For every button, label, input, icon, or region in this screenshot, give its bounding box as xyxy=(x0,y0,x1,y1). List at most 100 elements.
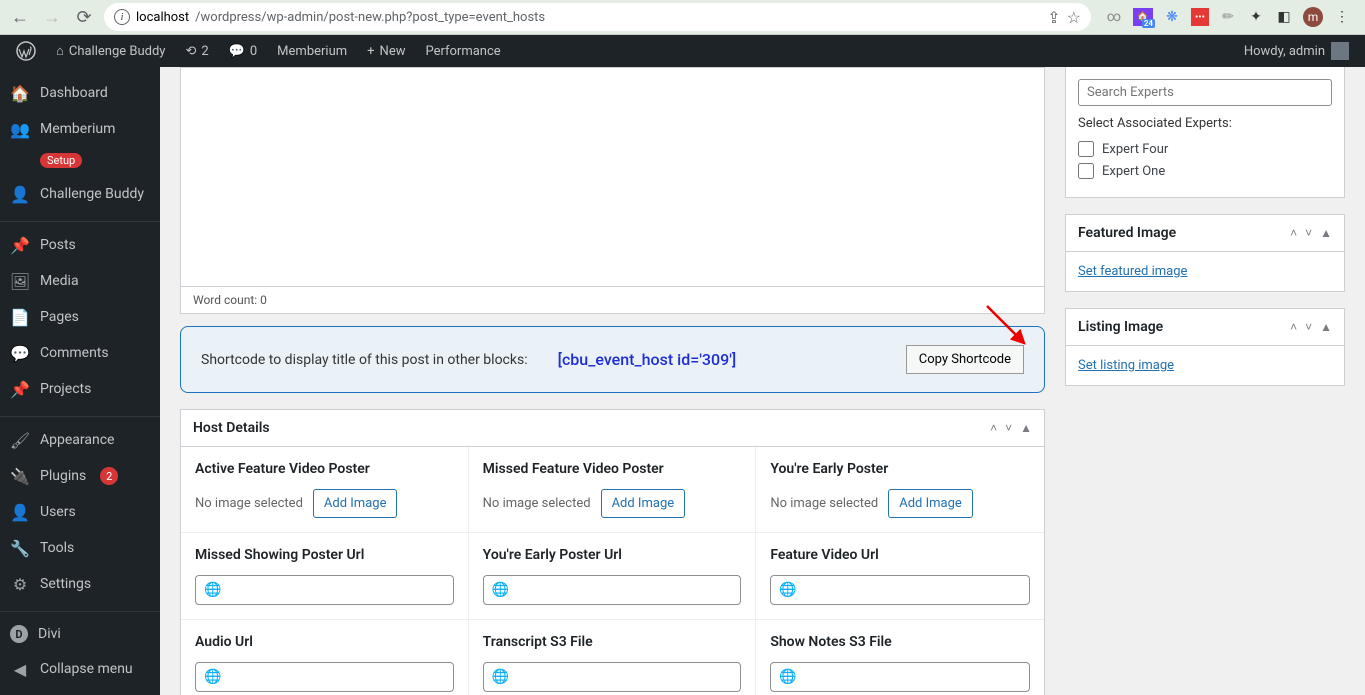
sidebar-item-media[interactable]: 🖼Media xyxy=(0,263,160,299)
set-listing-image-link[interactable]: Set listing image xyxy=(1078,358,1174,373)
sidebar-item-comments[interactable]: 💬Comments xyxy=(0,335,160,371)
checkbox[interactable] xyxy=(1078,141,1094,157)
sidebar-item-plugins[interactable]: 🔌Plugins2 xyxy=(0,458,160,494)
performance-link[interactable]: Performance xyxy=(415,35,510,67)
wrench-icon: 🔧 xyxy=(10,538,30,558)
url-input[interactable]: 🌐 xyxy=(770,575,1030,605)
sidebar-item-dashboard[interactable]: 🏠Dashboard xyxy=(0,75,160,111)
url-input[interactable]: 🌐 xyxy=(483,662,742,692)
ext-icon-2[interactable]: 🏠24 xyxy=(1133,8,1153,26)
shortcode-code: [cbu_event_host id='309'] xyxy=(558,350,876,369)
field-missed-url: Missed Showing Poster Url 🌐 xyxy=(181,533,469,620)
field-missed-poster: Missed Feature Video Poster No image sel… xyxy=(469,447,757,533)
browser-chrome: ← → ⟳ i localhost/wordpress/wp-admin/pos… xyxy=(0,0,1365,35)
sidebar-item-tools[interactable]: 🔧Tools xyxy=(0,530,160,566)
listing-image-title: Listing Image xyxy=(1078,319,1163,335)
star-icon[interactable]: ☆ xyxy=(1067,8,1081,27)
experts-label: Select Associated Experts: xyxy=(1078,116,1332,131)
chevron-down-icon[interactable]: ˅ xyxy=(1305,320,1312,334)
sidebar-item-challenge-buddy[interactable]: 👤Challenge Buddy xyxy=(0,176,160,212)
url-bar[interactable]: i localhost/wordpress/wp-admin/post-new.… xyxy=(104,3,1091,31)
sidebar-item-memberium[interactable]: 👥MemberiumSetup xyxy=(0,111,160,176)
ext-icon-3[interactable]: ❋ xyxy=(1163,8,1181,26)
reload-button[interactable]: ⟳ xyxy=(72,5,96,29)
field-early-poster: You're Early Poster No image selectedAdd… xyxy=(756,447,1044,533)
add-image-button[interactable]: Add Image xyxy=(601,489,686,518)
chevron-up-icon[interactable]: ˄ xyxy=(1290,320,1297,334)
add-image-button[interactable]: Add Image xyxy=(313,489,398,518)
chevron-up-icon[interactable]: ˄ xyxy=(1290,226,1297,240)
dashboard-icon: 🏠 xyxy=(10,83,30,103)
url-input[interactable]: 🌐 xyxy=(195,575,454,605)
new-link[interactable]: +New xyxy=(357,35,415,67)
info-icon: i xyxy=(114,9,130,25)
field-show-notes: Show Notes S3 File 🌐 xyxy=(756,620,1044,695)
site-name-link[interactable]: ⌂Challenge Buddy xyxy=(46,35,175,67)
panel-icon[interactable]: ◧ xyxy=(1275,8,1293,26)
globe-icon: 🌐 xyxy=(492,669,509,685)
memberium-link[interactable]: Memberium xyxy=(267,35,357,67)
sidebar-item-users[interactable]: 👤Users xyxy=(0,494,160,530)
listing-image-box: Listing Image ˄ ˅ ▲ Set listing image xyxy=(1065,308,1345,386)
url-input[interactable]: 🌐 xyxy=(483,575,742,605)
wp-logo[interactable] xyxy=(6,35,46,67)
field-feature-url: Feature Video Url 🌐 xyxy=(756,533,1044,620)
brush-icon: 🖌 xyxy=(10,430,30,450)
extensions-icon[interactable]: ✦ xyxy=(1247,8,1265,26)
add-image-button[interactable]: Add Image xyxy=(888,489,973,518)
home-icon: ⌂ xyxy=(56,43,64,59)
ext-icon-1[interactable]: ∞ xyxy=(1105,8,1123,26)
ext-icon-4[interactable]: ••• xyxy=(1191,8,1209,26)
divi-icon: D xyxy=(10,625,28,643)
featured-image-box: Featured Image ˄ ˅ ▲ Set featured image xyxy=(1065,214,1345,292)
profile-icon[interactable]: m xyxy=(1303,7,1323,27)
sidebar-item-appearance[interactable]: 🖌Appearance xyxy=(0,422,160,458)
forward-button[interactable]: → xyxy=(40,5,64,29)
triangle-up-icon[interactable]: ▲ xyxy=(1320,226,1332,240)
globe-icon: 🌐 xyxy=(779,582,796,598)
sidebar-item-divi[interactable]: DDivi xyxy=(0,617,160,651)
challenge-icon: 👤 xyxy=(10,184,30,204)
sidebar-item-settings[interactable]: ⚙Settings xyxy=(0,566,160,602)
host-details-title: Host Details xyxy=(193,420,270,436)
plus-icon: + xyxy=(367,44,374,59)
field-audio-url: Audio Url 🌐 xyxy=(181,620,469,695)
checkbox[interactable] xyxy=(1078,163,1094,179)
expert-checkbox-row[interactable]: Expert Four xyxy=(1078,141,1332,157)
url-path: /wordpress/wp-admin/post-new.php?post_ty… xyxy=(195,10,545,25)
copy-shortcode-button[interactable]: Copy Shortcode xyxy=(906,345,1024,374)
editor-area[interactable] xyxy=(180,67,1045,287)
globe-icon: 🌐 xyxy=(779,669,796,685)
menu-icon[interactable]: ⋮ xyxy=(1333,8,1351,26)
projects-icon: 📌 xyxy=(10,379,30,399)
sidebar-item-projects[interactable]: 📌Projects xyxy=(0,371,160,407)
expert-checkbox-row[interactable]: Expert One xyxy=(1078,163,1332,179)
extension-icons: ∞ 🏠24 ❋ ••• ✏ ✦ ◧ m ⋮ xyxy=(1099,7,1357,27)
field-early-url: You're Early Poster Url 🌐 xyxy=(469,533,757,620)
search-experts-input[interactable] xyxy=(1078,79,1332,106)
updates-link[interactable]: ⟲2 xyxy=(175,35,218,67)
howdy-link[interactable]: Howdy, admin xyxy=(1244,42,1359,60)
chevron-down-icon[interactable]: ˅ xyxy=(1305,226,1312,240)
triangle-up-icon[interactable]: ▲ xyxy=(1320,320,1332,334)
sidebar-item-pages[interactable]: 📄Pages xyxy=(0,299,160,335)
share-icon[interactable]: ⇪ xyxy=(1047,8,1060,27)
triangle-up-icon[interactable]: ▲ xyxy=(1020,421,1032,435)
media-icon: 🖼 xyxy=(10,271,30,291)
chevron-down-icon[interactable]: ˅ xyxy=(1005,421,1012,435)
comments-link[interactable]: 💬0 xyxy=(219,35,268,67)
comment-icon: 💬 xyxy=(229,44,245,59)
wp-admin-bar: ⌂Challenge Buddy ⟲2 💬0 Memberium +New Pe… xyxy=(0,35,1365,67)
sidebar-item-posts[interactable]: 📌Posts xyxy=(0,227,160,263)
settings-icon: ⚙ xyxy=(10,574,30,594)
url-input[interactable]: 🌐 xyxy=(770,662,1030,692)
host-details-box: Host Details ˄ ˅ ▲ Active Feature Video … xyxy=(180,409,1045,695)
back-button[interactable]: ← xyxy=(8,5,32,29)
ext-icon-5[interactable]: ✏ xyxy=(1219,8,1237,26)
update-icon: ⟲ xyxy=(185,44,196,59)
sidebar-collapse[interactable]: ◀Collapse menu xyxy=(0,651,160,687)
wordpress-icon xyxy=(16,41,36,61)
set-featured-image-link[interactable]: Set featured image xyxy=(1078,264,1187,279)
url-input[interactable]: 🌐 xyxy=(195,662,454,692)
chevron-up-icon[interactable]: ˄ xyxy=(990,421,997,435)
